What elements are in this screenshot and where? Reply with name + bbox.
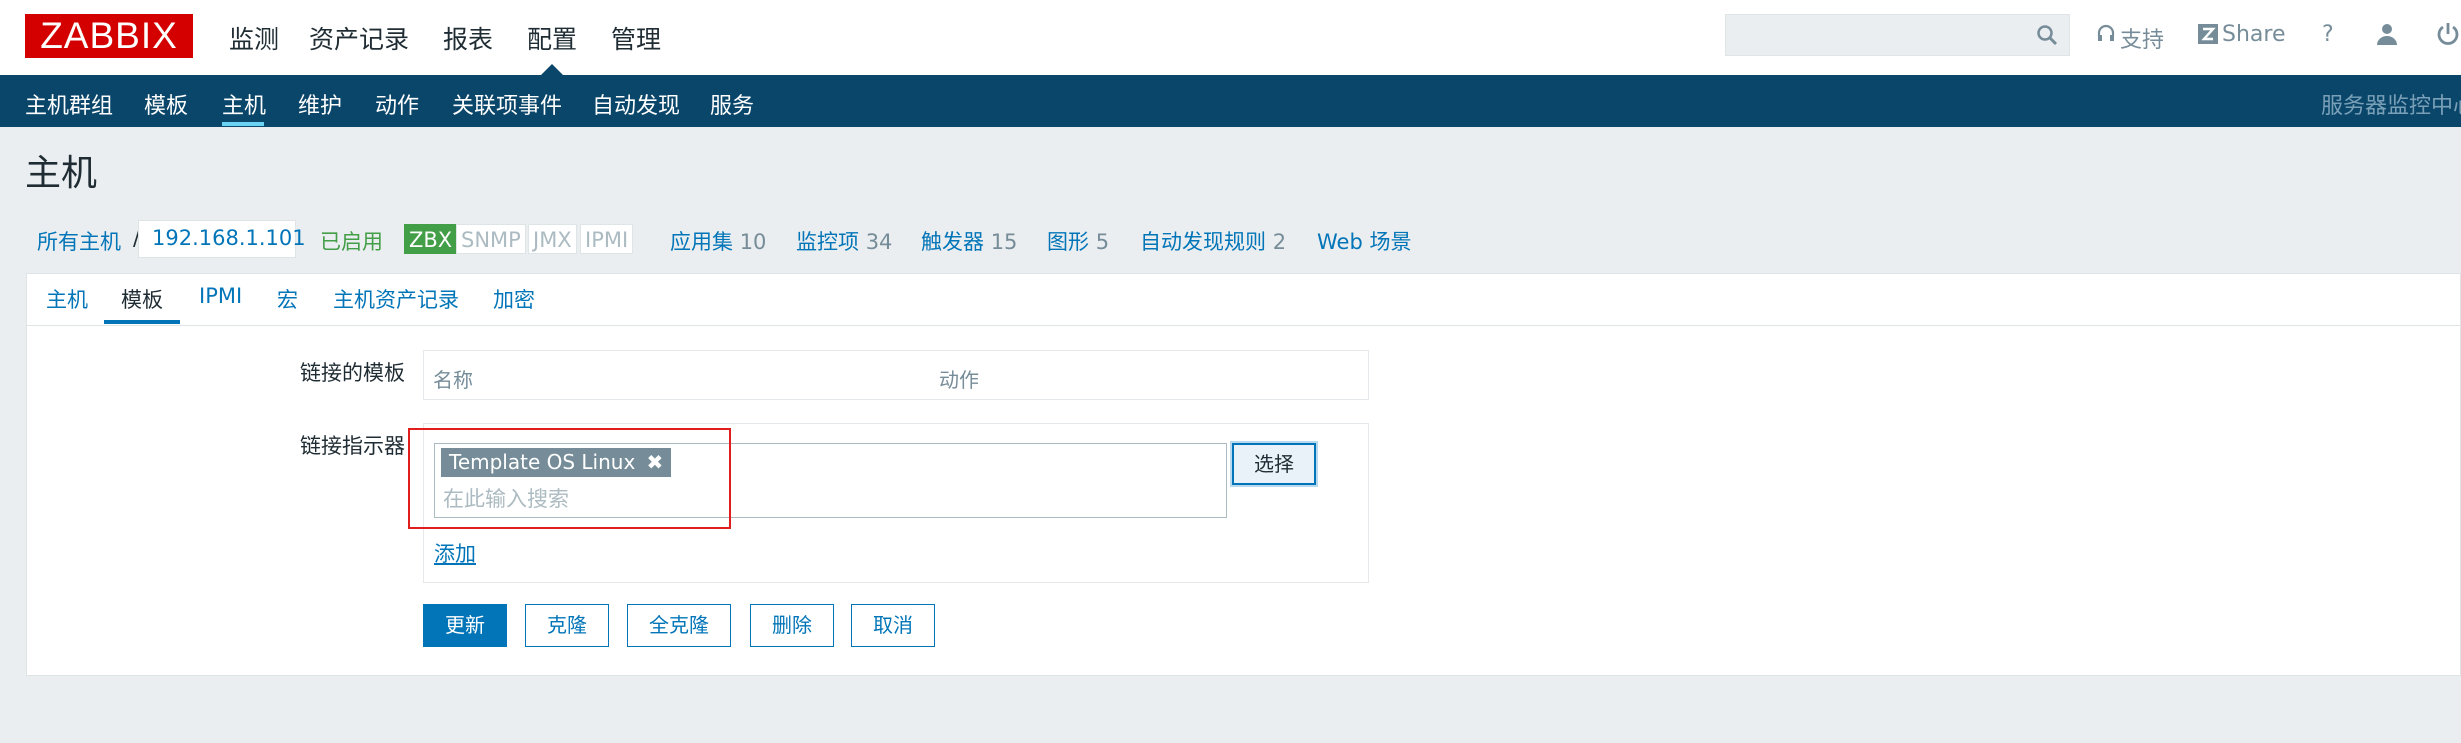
nav-inventory[interactable]: 资产记录 bbox=[309, 20, 409, 56]
host-link-triggers[interactable]: 触发器 15 bbox=[921, 226, 1017, 256]
power-icon[interactable] bbox=[2436, 21, 2460, 47]
active-subnav-underline bbox=[222, 122, 264, 126]
select-template-button[interactable]: 选择 bbox=[1232, 443, 1316, 485]
availability-snmp-badge: SNMP bbox=[456, 224, 526, 254]
subnav-event-correlation[interactable]: 关联项事件 bbox=[452, 88, 562, 120]
tab-templates[interactable]: 模板 bbox=[121, 284, 163, 314]
linked-templates-label: 链接的模板 bbox=[300, 361, 405, 385]
host-link-web-scenarios[interactable]: Web 场景 bbox=[1317, 226, 1411, 256]
cancel-button[interactable]: 取消 bbox=[851, 604, 935, 647]
host-link-applications[interactable]: 应用集 10 bbox=[670, 226, 766, 256]
nav-configuration[interactable]: 配置 bbox=[527, 20, 577, 56]
headset-icon bbox=[2097, 24, 2115, 41]
zabbix-logo[interactable]: ZABBIX bbox=[25, 14, 193, 58]
server-name: 服务器监控中心 bbox=[2321, 94, 2461, 119]
host-link-items[interactable]: 监控项 34 bbox=[796, 226, 892, 256]
nav-monitoring[interactable]: 监测 bbox=[229, 20, 279, 56]
tab-encryption[interactable]: 加密 bbox=[493, 284, 535, 314]
share-z-icon bbox=[2198, 24, 2218, 44]
availability-ipmi-badge: IPMI bbox=[580, 224, 634, 254]
host-link-graphs[interactable]: 图形 5 bbox=[1047, 226, 1109, 256]
link-indicator-label: 链接指示器 bbox=[300, 434, 405, 458]
add-template-link[interactable]: 添加 bbox=[434, 538, 476, 568]
subnav-maintenance[interactable]: 维护 bbox=[298, 88, 342, 120]
highlight-annotation-box bbox=[408, 428, 731, 529]
clone-button[interactable]: 克隆 bbox=[525, 604, 609, 647]
availability-jmx-badge: JMX bbox=[528, 224, 577, 254]
support-link[interactable]: 支持 bbox=[2120, 22, 2164, 54]
subnav-services[interactable]: 服务 bbox=[710, 88, 754, 120]
search-icon[interactable] bbox=[2036, 24, 2058, 46]
tab-bar-divider bbox=[26, 325, 2461, 326]
availability-zbx-badge: ZBX bbox=[404, 224, 458, 254]
host-status-enabled[interactable]: 已启用 bbox=[320, 226, 383, 256]
active-tab-underline bbox=[104, 320, 180, 324]
sub-navigation bbox=[0, 75, 2461, 127]
update-button[interactable]: 更新 bbox=[423, 604, 507, 647]
host-link-discovery-rules[interactable]: 自动发现规则 2 bbox=[1140, 226, 1286, 256]
full-clone-button[interactable]: 全克隆 bbox=[627, 604, 731, 647]
share-link[interactable]: Share bbox=[2222, 22, 2286, 47]
tab-ipmi[interactable]: IPMI bbox=[199, 284, 242, 308]
nav-administration[interactable]: 管理 bbox=[611, 20, 661, 56]
global-search-input[interactable] bbox=[1725, 14, 2070, 56]
column-header-name: 名称 bbox=[433, 368, 473, 392]
column-header-action: 动作 bbox=[939, 368, 979, 392]
subnav-actions[interactable]: 动作 bbox=[375, 88, 419, 120]
user-profile-icon[interactable] bbox=[2375, 22, 2399, 46]
active-nav-pointer bbox=[541, 64, 563, 75]
subnav-host-groups[interactable]: 主机群组 bbox=[25, 88, 113, 120]
breadcrumb-host[interactable]: 192.168.1.101 bbox=[152, 226, 306, 250]
page-title: 主机 bbox=[25, 153, 98, 194]
subnav-discovery[interactable]: 自动发现 bbox=[592, 88, 680, 120]
tab-host[interactable]: 主机 bbox=[46, 284, 88, 314]
tab-host-inventory[interactable]: 主机资产记录 bbox=[333, 284, 459, 314]
delete-button[interactable]: 删除 bbox=[750, 604, 834, 647]
subnav-hosts[interactable]: 主机 bbox=[222, 88, 266, 120]
breadcrumb-all-hosts[interactable]: 所有主机 bbox=[37, 226, 121, 256]
linked-templates-table bbox=[423, 350, 1369, 400]
help-icon[interactable]: ? bbox=[2322, 22, 2334, 47]
tab-macros[interactable]: 宏 bbox=[277, 284, 298, 314]
nav-reports[interactable]: 报表 bbox=[443, 20, 493, 56]
subnav-templates[interactable]: 模板 bbox=[144, 88, 188, 120]
